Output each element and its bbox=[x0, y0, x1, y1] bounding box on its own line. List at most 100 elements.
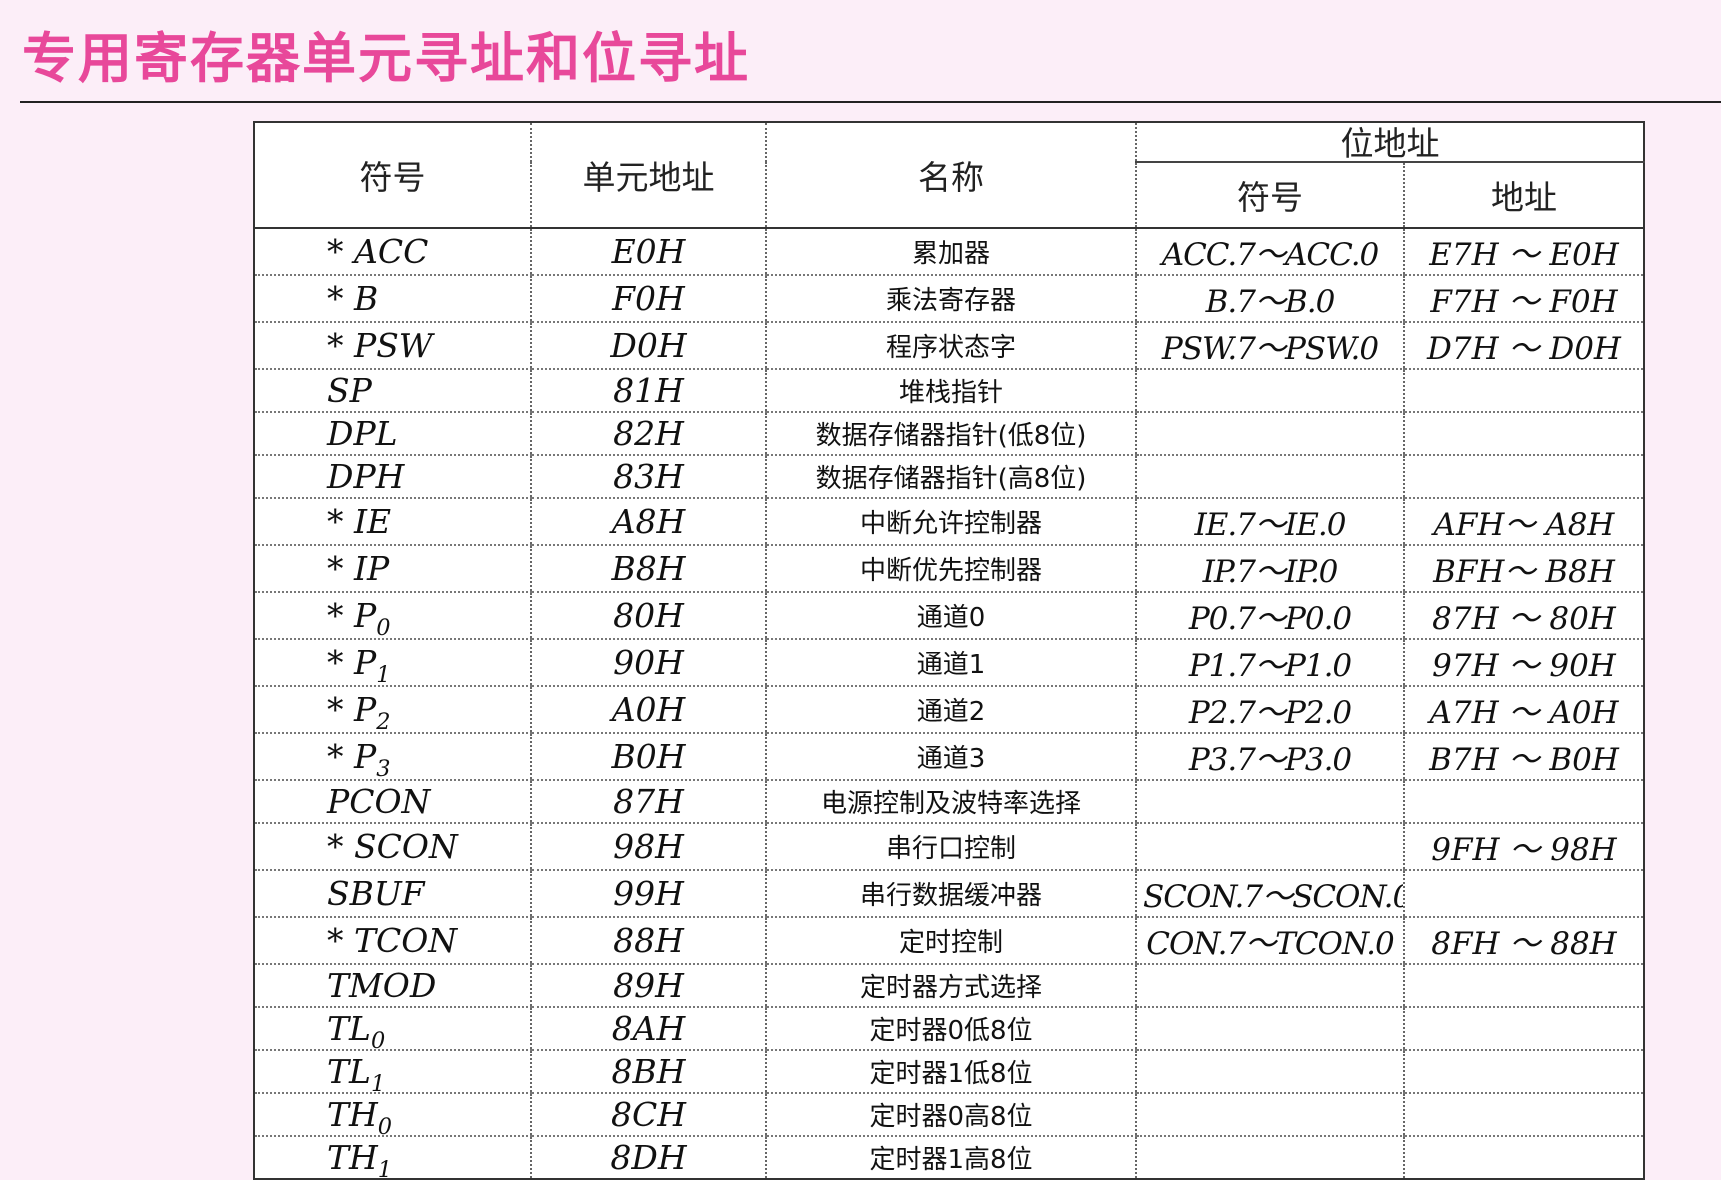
unit-address-cell: 81H bbox=[530, 369, 766, 413]
table-row: TL0 8AH 定时器0低8位 bbox=[254, 1007, 1644, 1051]
table-row: * P3 B0H 通道3 P3.7～P3.0 B7H ～ B0H bbox=[254, 733, 1644, 781]
register-symbol-cell: * IE bbox=[254, 498, 531, 546]
bit-address-cell bbox=[1403, 780, 1644, 824]
table-body: * ACC E0H 累加器 ACC.7～ACC.0 E7H ～ E0H * B F0H 乘法寄… bbox=[254, 228, 1644, 1179]
table-row: * SCON 98H 串行口控制 9FH ～ 98H bbox=[254, 823, 1644, 871]
unit-address-cell: B0H bbox=[530, 733, 766, 781]
bit-symbol-cell: CON.7～TCON.0 bbox=[1135, 917, 1404, 965]
bit-symbol-cell bbox=[1135, 1093, 1404, 1137]
unit-address-cell: D0H bbox=[530, 322, 766, 370]
register-symbol: DPL bbox=[327, 414, 398, 453]
header-bit-address-group: 位地址 bbox=[1135, 122, 1644, 163]
bit-symbol-cell bbox=[1135, 412, 1404, 456]
register-symbol-subscript: 0 bbox=[370, 1027, 386, 1050]
bit-symbol-cell bbox=[1135, 823, 1404, 871]
register-symbol-subscript: 2 bbox=[376, 708, 391, 733]
register-symbol: TL bbox=[327, 1009, 371, 1048]
register-symbol: SBUF bbox=[327, 874, 425, 913]
table-row: * IE A8H 中断允许控制器 IE.7～IE.0 AFH～ A8H bbox=[254, 498, 1644, 546]
register-name-cell: 程序状态字 bbox=[765, 322, 1136, 370]
table-row: * PSW D0H 程序状态字 PSW.7～PSW.0 D7H ～ D0H bbox=[254, 322, 1644, 370]
table-row: * ACC E0H 累加器 ACC.7～ACC.0 E7H ～ E0H bbox=[254, 228, 1644, 276]
register-name-cell: 定时器0低8位 bbox=[765, 1007, 1136, 1051]
bit-address-cell: D7H ～ D0H bbox=[1403, 322, 1644, 370]
table-row: TMOD 89H 定时器方式选择 bbox=[254, 964, 1644, 1008]
header-row-main: 符号 单元地址 名称 位地址 bbox=[254, 122, 1644, 229]
bit-address-cell bbox=[1403, 369, 1644, 413]
bit-symbol-cell bbox=[1135, 1007, 1404, 1051]
bit-address-cell bbox=[1403, 1136, 1644, 1179]
register-symbol: * SCON bbox=[327, 827, 458, 866]
register-symbol: * IP bbox=[327, 549, 390, 588]
register-symbol-cell: SP bbox=[254, 369, 531, 413]
bit-address-cell: A7H ～ A0H bbox=[1403, 686, 1644, 734]
register-symbol-cell: TH0 bbox=[254, 1093, 531, 1137]
header-bit-address: 地址 bbox=[1403, 162, 1644, 229]
register-name-cell: 定时器1低8位 bbox=[765, 1050, 1136, 1094]
table-row: DPH 83H 数据存储器指针(高8位) bbox=[254, 455, 1644, 499]
register-symbol: * IE bbox=[327, 502, 392, 541]
table-row: * B F0H 乘法寄存器 B.7～B.0 F7H ～ F0H bbox=[254, 275, 1644, 323]
register-name-cell: 乘法寄存器 bbox=[765, 275, 1136, 323]
register-name-cell: 数据存储器指针(低8位) bbox=[765, 412, 1136, 456]
register-symbol: * P bbox=[327, 737, 377, 776]
table-row: TH1 8DH 定时器1高8位 bbox=[254, 1136, 1644, 1179]
register-symbol-cell: TMOD bbox=[254, 964, 531, 1008]
register-symbol-cell: PCON bbox=[254, 780, 531, 824]
register-name-cell: 通道3 bbox=[765, 733, 1136, 781]
register-name-cell: 中断优先控制器 bbox=[765, 545, 1136, 593]
bit-symbol-cell: PSW.7～PSW.0 bbox=[1135, 322, 1404, 370]
bit-symbol-cell bbox=[1135, 1136, 1404, 1179]
register-name-cell: 定时器方式选择 bbox=[765, 964, 1136, 1008]
bit-symbol-cell bbox=[1135, 369, 1404, 413]
register-symbol-cell: DPH bbox=[254, 455, 531, 499]
unit-address-cell: A8H bbox=[530, 498, 766, 546]
bit-symbol-cell: IE.7～IE.0 bbox=[1135, 498, 1404, 546]
unit-address-cell: 88H bbox=[530, 917, 766, 965]
register-symbol: TL bbox=[327, 1052, 371, 1091]
table-row: * TCON 88H 定时控制 CON.7～TCON.0 8FH ～ 88H bbox=[254, 917, 1644, 965]
unit-address-cell: 82H bbox=[530, 412, 766, 456]
register-symbol-cell: * SCON bbox=[254, 823, 531, 871]
register-symbol-subscript: 1 bbox=[377, 1156, 393, 1179]
register-symbol: DPH bbox=[327, 457, 405, 496]
header-symbol: 符号 bbox=[254, 122, 531, 229]
bit-symbol-cell: P3.7～P3.0 bbox=[1135, 733, 1404, 781]
unit-address-cell: E0H bbox=[530, 228, 766, 276]
register-symbol-cell: * P1 bbox=[254, 639, 531, 687]
bit-symbol-cell bbox=[1135, 1050, 1404, 1094]
title-divider bbox=[20, 101, 1721, 103]
bit-address-cell: 9FH ～ 98H bbox=[1403, 823, 1644, 871]
register-symbol-subscript: 0 bbox=[377, 1113, 393, 1136]
bit-address-cell bbox=[1403, 455, 1644, 499]
register-symbol: * TCON bbox=[327, 921, 458, 960]
table-row: PCON 87H 电源控制及波特率选择 bbox=[254, 780, 1644, 824]
register-symbol-cell: * PSW bbox=[254, 322, 531, 370]
unit-address-cell: F0H bbox=[530, 275, 766, 323]
register-name-cell: 数据存储器指针(高8位) bbox=[765, 455, 1136, 499]
bit-symbol-cell: ACC.7～ACC.0 bbox=[1135, 228, 1404, 276]
bit-address-cell: AFH～ A8H bbox=[1403, 498, 1644, 546]
register-name-cell: 堆栈指针 bbox=[765, 369, 1136, 413]
bit-address-cell bbox=[1403, 870, 1644, 918]
unit-address-cell: 80H bbox=[530, 592, 766, 640]
register-symbol-cell: * P0 bbox=[254, 592, 531, 640]
unit-address-cell: 89H bbox=[530, 964, 766, 1008]
unit-address-cell: 99H bbox=[530, 870, 766, 918]
table-row: * P2 A0H 通道2 P2.7～P2.0 A7H ～ A0H bbox=[254, 686, 1644, 734]
bit-address-cell bbox=[1403, 1050, 1644, 1094]
register-symbol-cell: TL0 bbox=[254, 1007, 531, 1051]
register-name-cell: 通道1 bbox=[765, 639, 1136, 687]
bit-symbol-cell: P1.7～P1.0 bbox=[1135, 639, 1404, 687]
register-name-cell: 定时器1高8位 bbox=[765, 1136, 1136, 1179]
bit-address-cell: 8FH ～ 88H bbox=[1403, 917, 1644, 965]
bit-address-cell bbox=[1403, 1007, 1644, 1051]
unit-address-cell: 98H bbox=[530, 823, 766, 871]
table-row: * P1 90H 通道1 P1.7～P1.0 97H ～ 90H bbox=[254, 639, 1644, 687]
register-symbol: TH bbox=[327, 1138, 378, 1177]
register-symbol-cell: SBUF bbox=[254, 870, 531, 918]
table-row: SP 81H 堆栈指针 bbox=[254, 369, 1644, 413]
register-symbol-cell: * P3 bbox=[254, 733, 531, 781]
bit-address-cell: 87H ～ 80H bbox=[1403, 592, 1644, 640]
register-symbol-cell: DPL bbox=[254, 412, 531, 456]
